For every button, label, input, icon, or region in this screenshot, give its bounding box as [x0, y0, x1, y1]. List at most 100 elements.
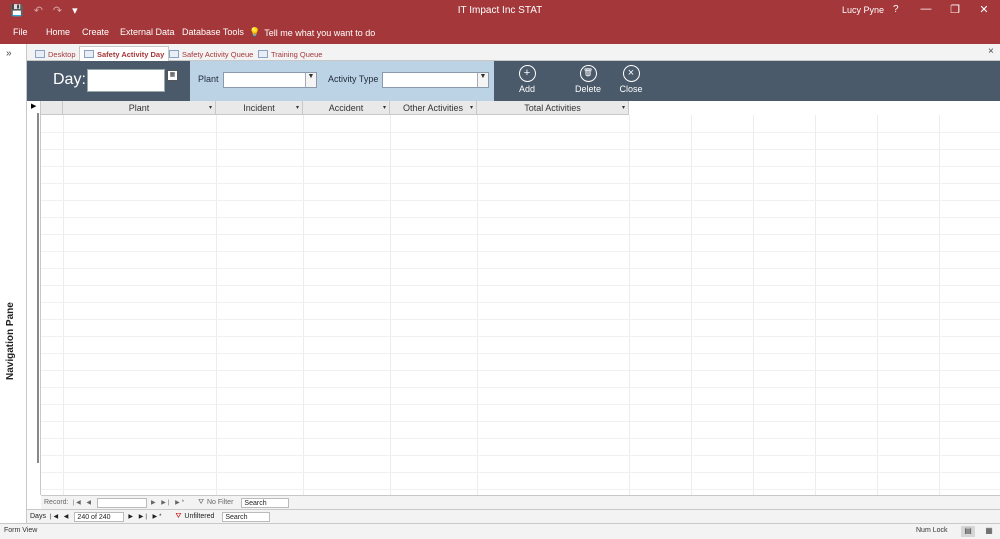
- record-label: Record:: [44, 499, 69, 506]
- select-all-cell[interactable]: [41, 101, 63, 115]
- tab-training-queue[interactable]: Training Queue: [253, 46, 327, 61]
- grid-line: [41, 183, 1000, 184]
- plus-icon: +: [518, 65, 536, 82]
- record-nav-arrows[interactable]: |◀ ◀: [73, 499, 93, 506]
- title-bar: 💾 ↶ ↷ ▾ IT Impact Inc STAT Lucy Pyne ? —…: [0, 0, 1000, 22]
- filter-status[interactable]: ⛛ No Filter: [198, 499, 233, 507]
- vertical-scrollbar[interactable]: [28, 113, 39, 463]
- dropdown-arrow-icon[interactable]: ▾: [383, 101, 386, 115]
- tab-desktop[interactable]: Desktop: [30, 46, 81, 61]
- activity-type-combo[interactable]: ▼: [382, 72, 489, 88]
- lightbulb-icon: 💡: [249, 27, 261, 37]
- calendar-icon[interactable]: ▦: [167, 70, 178, 81]
- layout-view-icon[interactable]: ▦: [982, 526, 996, 537]
- column-header-plant[interactable]: Plant ▾: [63, 101, 216, 115]
- dropdown-arrow-icon[interactable]: ▾: [296, 101, 299, 115]
- close-label: Close: [619, 84, 643, 94]
- tab-create[interactable]: Create: [82, 27, 109, 37]
- help-button[interactable]: ?: [893, 4, 899, 15]
- column-header-label: Other Activities: [402, 103, 464, 113]
- filter-icon: ⛛: [175, 512, 182, 520]
- form-view-icon[interactable]: ▤: [961, 526, 975, 537]
- form-header: Day: ▦ Plant ▼ Activity Type ▼ + Add 🗑 D…: [27, 61, 1000, 101]
- grid-line: [41, 302, 1000, 303]
- tab-database-tools[interactable]: Database Tools: [182, 27, 244, 37]
- current-record-icon: ▶: [31, 103, 37, 110]
- day-label: Day:: [53, 71, 86, 88]
- subform-navigation-bar: Record: |◀ ◀ ▶ ▶| ▶* ⛛ No Filter Search: [41, 495, 1000, 509]
- datasheet[interactable]: ▶ Plant ▾ Incident ▾ Accident ▾ Other Activ…: [27, 101, 1000, 495]
- column-header-label: Incident: [243, 103, 275, 113]
- record-nav-arrows-next[interactable]: ▶ ▶| ▶*: [128, 513, 163, 520]
- close-button[interactable]: × Close: [611, 65, 651, 94]
- filter-status[interactable]: ⛛ Unfiltered: [176, 513, 215, 521]
- navigation-pane-label[interactable]: Navigation Pane: [5, 302, 16, 380]
- dropdown-arrow-icon[interactable]: ▾: [622, 101, 625, 115]
- tell-me-box[interactable]: 💡 Tell me what you want to do: [249, 27, 375, 38]
- filter-panel: Plant ▼ Activity Type ▼: [190, 61, 494, 101]
- record-nav-arrows[interactable]: |◀ ◀: [50, 513, 70, 520]
- record-nav-arrows-next[interactable]: ▶ ▶| ▶*: [151, 499, 186, 506]
- restore-button[interactable]: ❐: [947, 3, 963, 16]
- form-navigation-bar: Days |◀ ◀ 240 of 240 ▶ ▶| ▶* ⛛ Unfiltere…: [27, 509, 1000, 523]
- column-header-row: Plant ▾ Incident ▾ Accident ▾ Other Activit…: [41, 101, 629, 115]
- view-status: Form View: [4, 527, 38, 534]
- delete-button[interactable]: 🗑 Delete: [568, 65, 608, 94]
- form-icon: [84, 50, 94, 58]
- grid-line: [41, 455, 1000, 456]
- record-number-input[interactable]: [96, 497, 147, 508]
- filter-label: No Filter: [206, 499, 234, 506]
- grid-line: [41, 489, 1000, 490]
- chevron-down-icon[interactable]: ▼: [477, 73, 488, 87]
- expand-nav-icon[interactable]: »: [6, 48, 12, 59]
- activity-type-label: Activity Type: [328, 74, 379, 84]
- column-header-total-activities[interactable]: Total Activities ▾: [477, 101, 629, 115]
- filter-label: Unfiltered: [184, 513, 215, 520]
- tab-safety-activity-day[interactable]: Safety Activity Day: [79, 46, 170, 61]
- form-icon: [169, 50, 179, 58]
- dropdown-arrow-icon[interactable]: ▾: [470, 101, 473, 115]
- add-button[interactable]: + Add: [507, 65, 547, 94]
- search-input[interactable]: Search: [222, 511, 271, 522]
- dropdown-arrow-icon[interactable]: ▾: [209, 101, 212, 115]
- close-window-button[interactable]: ✕: [976, 3, 992, 16]
- column-header-other-activities[interactable]: Other Activities ▾: [390, 101, 477, 115]
- status-bar: Form View Num Lock ▤ ▦: [0, 523, 1000, 539]
- grid-line: [41, 404, 1000, 405]
- tab-label: Safety Activity Queue: [182, 49, 254, 59]
- plant-combo[interactable]: ▼: [223, 72, 317, 88]
- grid-line: [41, 421, 1000, 422]
- tab-external-data[interactable]: External Data: [120, 27, 175, 37]
- tab-safety-activity-queue[interactable]: Safety Activity Queue: [164, 46, 258, 61]
- user-name[interactable]: Lucy Pyne: [842, 5, 884, 15]
- record-selector[interactable]: ▶: [27, 101, 41, 495]
- column-header-label: Total Activities: [524, 103, 581, 113]
- tab-label: Safety Activity Day: [97, 49, 165, 59]
- day-input[interactable]: [87, 69, 165, 92]
- grid-line: [41, 387, 1000, 388]
- plant-label: Plant: [198, 74, 219, 84]
- grid-line: [41, 166, 1000, 167]
- column-header-label: Plant: [128, 103, 150, 113]
- navigation-pane[interactable]: » Navigation Pane: [0, 44, 27, 523]
- record-label: Days: [30, 513, 46, 520]
- filter-icon: ⛛: [198, 498, 204, 506]
- tab-home[interactable]: Home: [46, 27, 70, 37]
- grid-line: [41, 268, 1000, 269]
- minimize-button[interactable]: —: [918, 3, 934, 15]
- grid-line: [41, 472, 1000, 473]
- form-icon: [35, 50, 45, 58]
- num-lock-indicator: Num Lock: [916, 527, 948, 534]
- tab-file[interactable]: File: [13, 27, 28, 37]
- document-tabs: Desktop Safety Activity Day Safety Activ…: [27, 44, 1000, 61]
- record-number-input[interactable]: 240 of 240: [74, 511, 125, 522]
- chevron-down-icon[interactable]: ▼: [305, 73, 316, 87]
- column-header-accident[interactable]: Accident ▾: [303, 101, 390, 115]
- close-tab-icon[interactable]: ×: [988, 46, 994, 57]
- column-header-incident[interactable]: Incident ▾: [216, 101, 303, 115]
- grid-line: [41, 200, 1000, 201]
- search-input[interactable]: Search: [241, 497, 290, 508]
- grid-line: [41, 438, 1000, 439]
- grid-line: [41, 353, 1000, 354]
- grid-line: [41, 132, 1000, 133]
